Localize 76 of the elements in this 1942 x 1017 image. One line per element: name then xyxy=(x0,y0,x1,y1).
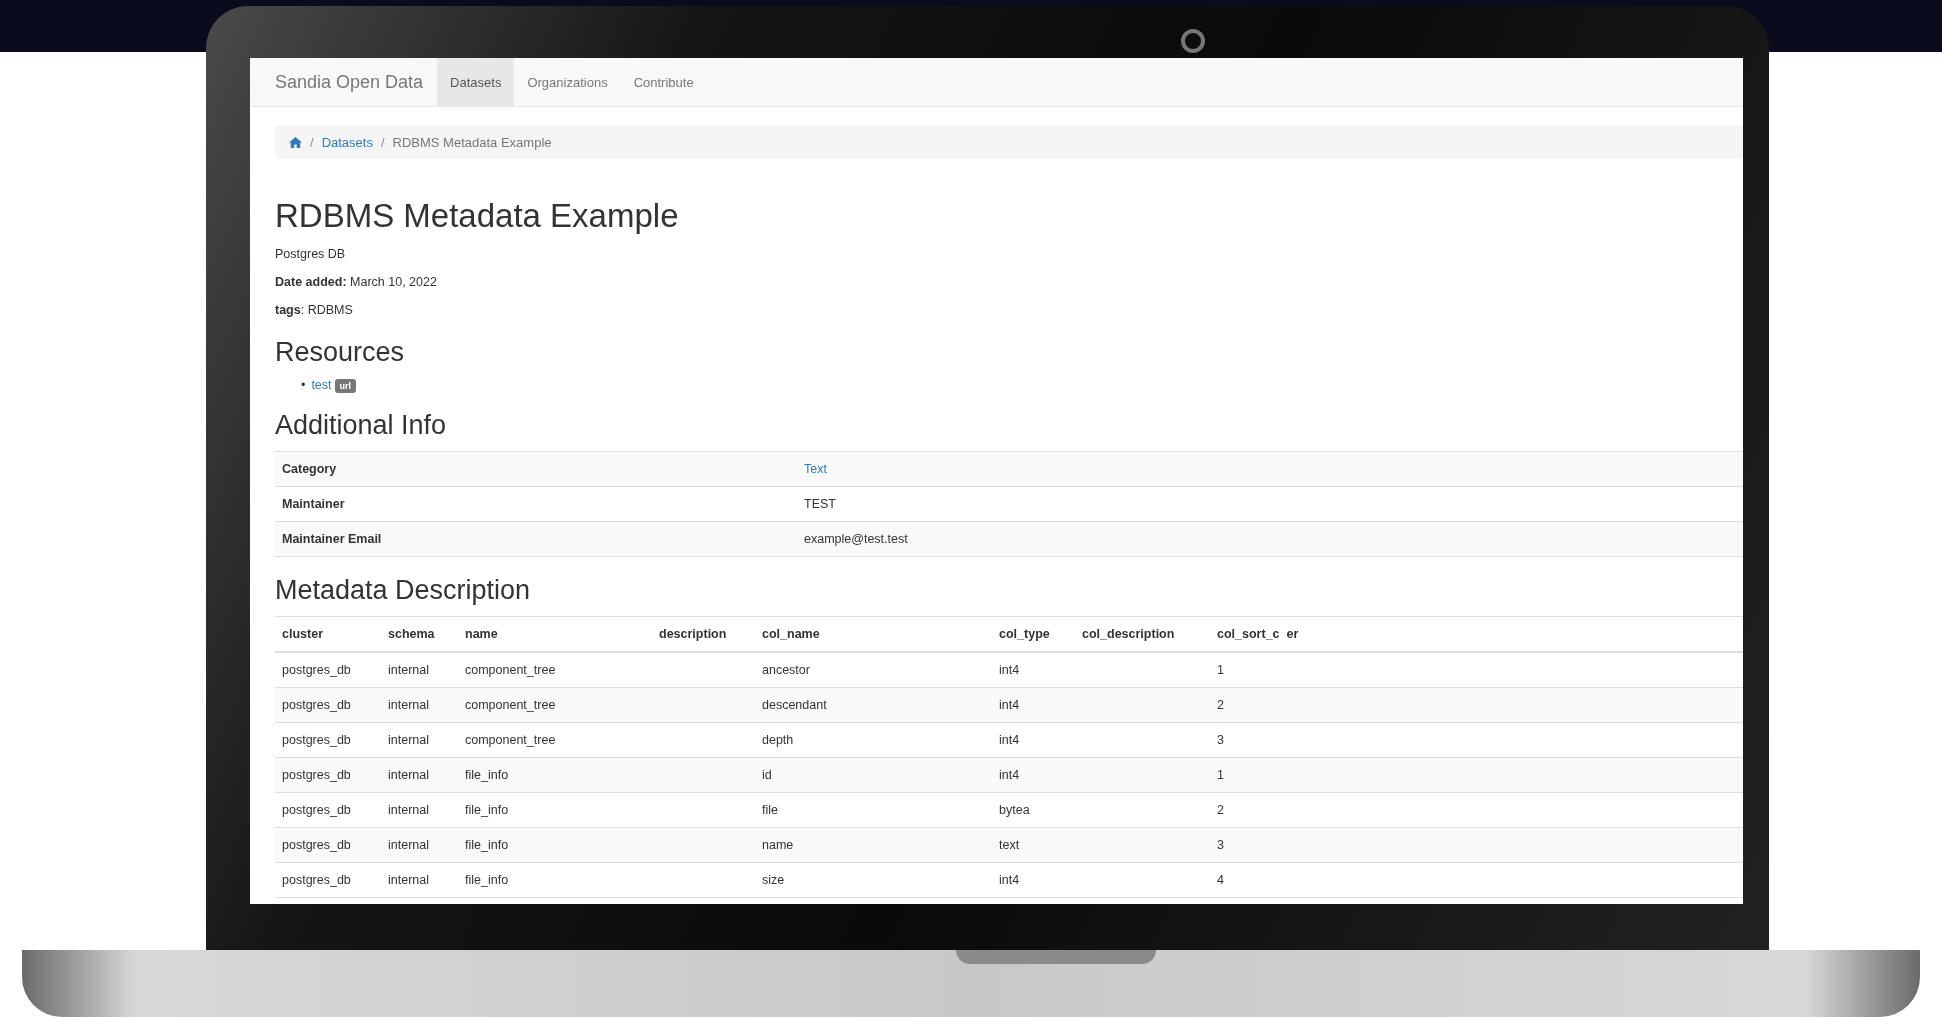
table-cell-text: 2 xyxy=(1217,803,1225,817)
table-cell-text: postgres_db xyxy=(282,873,352,887)
date-added-text: Date added: March 10, 2022 xyxy=(275,274,438,291)
column-header: col_type xyxy=(999,627,1051,641)
column-header: description xyxy=(659,627,728,641)
table-cell-text: int4 xyxy=(999,873,1021,887)
table-cell-text: internal xyxy=(388,663,430,677)
column-header: col_sort_c er xyxy=(1217,627,1300,641)
table-cell-text: descendant xyxy=(762,698,828,712)
nav-tab[interactable]: Contribute xyxy=(620,58,707,106)
table-cell-text: file_info xyxy=(465,803,510,817)
table-cell: example@test.test xyxy=(804,532,908,546)
table-cell-text: internal xyxy=(388,698,430,712)
table-cell-text: postgres_db xyxy=(282,698,352,712)
table-cell: TEST xyxy=(804,497,836,511)
table-cell-text: file_info xyxy=(465,838,510,852)
table-cell-text: file_info xyxy=(465,768,510,782)
table-cell-text: bytea xyxy=(999,803,1031,817)
table-cell-text: 3 xyxy=(1217,838,1225,852)
bullet: • xyxy=(301,378,306,392)
column-header: name xyxy=(465,627,499,641)
table-cell-text: internal xyxy=(388,768,430,782)
table-cell-text: int4 xyxy=(999,768,1021,782)
resource-link[interactable]: test xyxy=(311,378,332,392)
table-cell-text: 3 xyxy=(1217,733,1225,747)
table-cell-text: component_tree xyxy=(465,663,557,677)
table-cell-text: size xyxy=(762,873,786,887)
table-cell-text: Maintainer Email xyxy=(281,532,383,546)
table-cell-text: text xyxy=(999,838,1021,852)
table-cell-text: component_tree xyxy=(465,698,557,712)
column-header: col_description xyxy=(1082,627,1176,641)
table-cell-text: internal xyxy=(388,873,430,887)
camera-icon xyxy=(1180,28,1206,54)
table-cell-text: internal xyxy=(388,803,430,817)
section-heading: Metadata Description xyxy=(275,575,532,606)
column-header: col_name xyxy=(762,627,821,641)
tags-text: tags: RDBMS xyxy=(275,302,354,319)
table-cell-text: postgres_db xyxy=(282,768,352,782)
table-cell-text: int4 xyxy=(999,698,1021,712)
brand-link[interactable]: Sandia Open Data xyxy=(275,58,424,106)
dataset-description: Postgres DB xyxy=(275,246,347,263)
section-heading: Resources xyxy=(275,337,406,368)
table-cell-text: id xyxy=(762,768,773,782)
table-cell-text: postgres_db xyxy=(282,803,352,817)
section-heading: Additional Info xyxy=(275,410,448,441)
table-cell-text: internal xyxy=(388,733,430,747)
table-cell-text: depth xyxy=(762,733,795,747)
table-cell-text: 2 xyxy=(1217,698,1225,712)
nav-tab[interactable]: Datasets xyxy=(437,58,515,106)
table-cell-text: component_tree xyxy=(465,733,557,747)
table-cell-text: file_info xyxy=(465,873,510,887)
table-cell-text: internal xyxy=(388,838,430,852)
table-cell-text: postgres_db xyxy=(282,838,352,852)
format-label: url xyxy=(334,379,357,393)
table-cell-text: Category xyxy=(281,462,338,476)
table-cell-text: 4 xyxy=(1217,873,1225,887)
breadcrumb-link[interactable]: Datasets xyxy=(321,134,373,150)
table-cell-text: int4 xyxy=(999,733,1021,747)
page-title: RDBMS Metadata Example xyxy=(275,197,680,235)
home-icon[interactable] xyxy=(289,136,302,148)
column-header: schema xyxy=(388,627,436,641)
breadcrumb-separator: / xyxy=(309,134,315,150)
table-cell-text: int4 xyxy=(999,663,1021,677)
table-cell-text: 1 xyxy=(1217,663,1225,677)
nav-tab[interactable]: Organizations xyxy=(514,58,621,106)
table-cell-text: ancestor xyxy=(762,663,811,677)
category-link[interactable]: Text xyxy=(804,462,827,476)
table-cell-text: 1 xyxy=(1217,768,1225,782)
breadcrumb-separator: / xyxy=(379,134,386,150)
breadcrumb-current: RDBMS Metadata Example xyxy=(392,134,552,150)
table-cell-text: postgres_db xyxy=(282,663,352,677)
table-cell-text: file xyxy=(762,803,779,817)
table-cell-text: Maintainer xyxy=(281,497,346,511)
table-cell-text: name xyxy=(762,838,795,852)
table-cell-text: postgres_db xyxy=(282,733,352,747)
column-header: cluster xyxy=(282,627,324,641)
